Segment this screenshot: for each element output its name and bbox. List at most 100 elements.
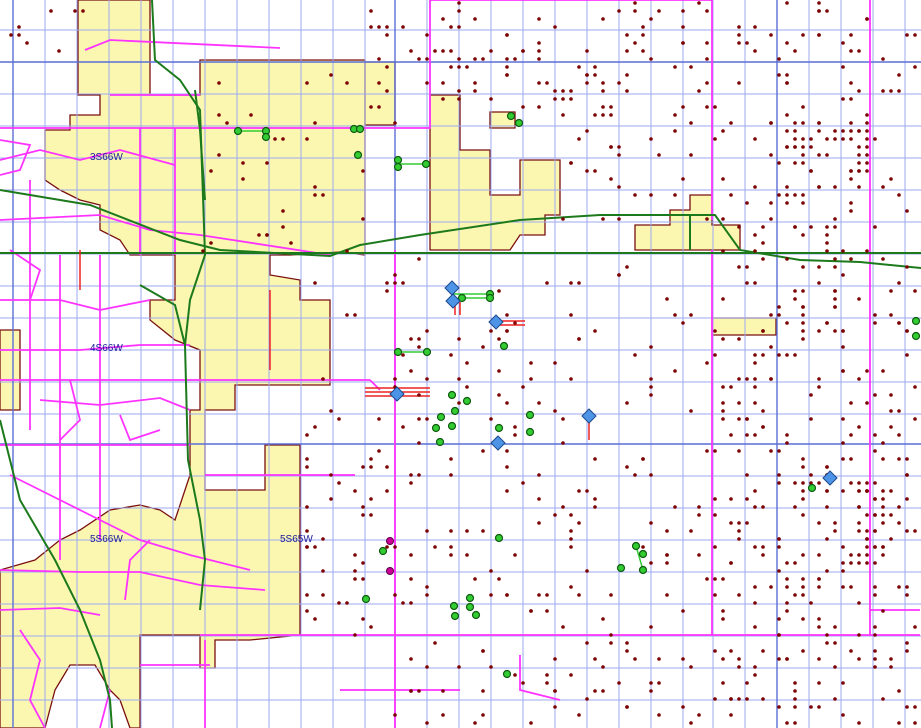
well-dot-icon[interactable]	[841, 561, 845, 565]
well-dot-icon[interactable]	[393, 377, 397, 381]
well-dot-icon[interactable]	[473, 81, 477, 85]
well-dot-icon[interactable]	[473, 577, 477, 581]
well-dot-icon[interactable]	[745, 265, 749, 269]
well-dot-icon[interactable]	[753, 433, 757, 437]
well-dot-icon[interactable]	[577, 713, 581, 717]
well-dot-icon[interactable]	[633, 473, 637, 477]
well-dot-icon[interactable]	[425, 33, 429, 37]
well-dot-icon[interactable]	[865, 169, 869, 173]
well-dot-icon[interactable]	[665, 529, 669, 533]
well-dot-icon[interactable]	[617, 153, 621, 157]
well-dot-icon[interactable]	[625, 641, 629, 645]
well-dot-icon[interactable]	[737, 593, 741, 597]
well-dot-icon[interactable]	[537, 401, 541, 405]
well-dot-icon[interactable]	[585, 81, 589, 85]
well-dot-icon[interactable]	[841, 417, 845, 421]
well-dot-icon[interactable]	[361, 169, 365, 173]
well-dot-icon[interactable]	[385, 33, 389, 37]
well-dot-icon[interactable]	[569, 281, 573, 285]
well-dot-icon[interactable]	[849, 457, 853, 461]
well-dot-icon[interactable]	[409, 577, 413, 581]
well-dot-icon[interactable]	[801, 593, 805, 597]
well-dot-icon[interactable]	[441, 97, 445, 101]
well-dot-icon[interactable]	[681, 105, 685, 109]
well-dot-icon[interactable]	[513, 425, 517, 429]
well-dot-icon[interactable]	[857, 529, 861, 533]
well-dot-icon[interactable]	[649, 625, 653, 629]
well-dot-icon[interactable]	[729, 713, 733, 717]
well-dot-icon[interactable]	[457, 401, 461, 405]
well-dot-icon[interactable]	[793, 481, 797, 485]
well-dot-icon[interactable]	[873, 321, 877, 325]
well-dot-icon[interactable]	[649, 681, 653, 685]
well-dot-icon[interactable]	[625, 705, 629, 709]
well-dot-icon[interactable]	[705, 57, 709, 61]
well-dot-icon[interactable]	[793, 705, 797, 709]
well-dot-icon[interactable]	[825, 241, 829, 245]
blue-diamond-icon[interactable]	[581, 408, 597, 424]
well-dot-icon[interactable]	[761, 225, 765, 229]
well-dot-icon[interactable]	[857, 89, 861, 93]
well-dot-icon[interactable]	[681, 177, 685, 181]
well-dot-icon[interactable]	[553, 705, 557, 709]
well-dot-icon[interactable]	[849, 169, 853, 173]
well-dot-icon[interactable]	[593, 689, 597, 693]
well-dot-icon[interactable]	[809, 601, 813, 605]
green-well-icon[interactable]	[911, 331, 921, 341]
well-dot-icon[interactable]	[905, 209, 909, 213]
well-dot-icon[interactable]	[753, 489, 757, 493]
well-dot-icon[interactable]	[321, 537, 325, 541]
well-dot-icon[interactable]	[713, 137, 717, 141]
well-dot-icon[interactable]	[689, 153, 693, 157]
well-dot-icon[interactable]	[593, 113, 597, 117]
well-dot-icon[interactable]	[793, 225, 797, 229]
well-dot-icon[interactable]	[609, 593, 613, 597]
well-dot-icon[interactable]	[305, 529, 309, 533]
well-dot-icon[interactable]	[713, 513, 717, 517]
well-dot-icon[interactable]	[601, 217, 605, 221]
well-dot-icon[interactable]	[465, 65, 469, 69]
well-dot-icon[interactable]	[769, 345, 773, 349]
well-dot-icon[interactable]	[505, 313, 509, 317]
well-dot-icon[interactable]	[585, 569, 589, 573]
well-dot-icon[interactable]	[721, 617, 725, 621]
well-dot-icon[interactable]	[505, 449, 509, 453]
well-dot-icon[interactable]	[745, 521, 749, 525]
well-dot-icon[interactable]	[737, 417, 741, 421]
well-dot-icon[interactable]	[513, 673, 517, 677]
well-dot-icon[interactable]	[833, 185, 837, 189]
well-dot-icon[interactable]	[881, 609, 885, 613]
well-dot-icon[interactable]	[17, 33, 21, 37]
well-dot-icon[interactable]	[729, 497, 733, 501]
well-dot-icon[interactable]	[801, 457, 805, 461]
well-dot-icon[interactable]	[465, 361, 469, 365]
well-dot-icon[interactable]	[537, 521, 541, 525]
well-dot-icon[interactable]	[321, 593, 325, 597]
well-dot-icon[interactable]	[769, 201, 773, 205]
well-dot-icon[interactable]	[681, 657, 685, 661]
well-dot-icon[interactable]	[609, 641, 613, 645]
well-dot-icon[interactable]	[785, 193, 789, 197]
well-dot-icon[interactable]	[817, 281, 821, 285]
well-dot-icon[interactable]	[761, 353, 765, 357]
green-well-icon[interactable]	[638, 549, 648, 559]
well-dot-icon[interactable]	[897, 433, 901, 437]
well-dot-icon[interactable]	[801, 313, 805, 317]
green-well-icon[interactable]	[471, 610, 481, 620]
well-dot-icon[interactable]	[897, 457, 901, 461]
well-dot-icon[interactable]	[753, 353, 757, 357]
well-dot-icon[interactable]	[833, 217, 837, 221]
well-dot-icon[interactable]	[793, 689, 797, 693]
well-dot-icon[interactable]	[553, 409, 557, 413]
well-dot-icon[interactable]	[673, 113, 677, 117]
well-dot-icon[interactable]	[881, 369, 885, 373]
green-well-icon[interactable]	[449, 601, 459, 611]
well-dot-icon[interactable]	[809, 137, 813, 141]
well-dot-icon[interactable]	[873, 561, 877, 565]
well-dot-icon[interactable]	[561, 505, 565, 509]
well-dot-icon[interactable]	[497, 369, 501, 373]
well-dot-icon[interactable]	[713, 697, 717, 701]
well-dot-icon[interactable]	[785, 609, 789, 613]
well-dot-icon[interactable]	[873, 225, 877, 229]
well-dot-icon[interactable]	[385, 281, 389, 285]
